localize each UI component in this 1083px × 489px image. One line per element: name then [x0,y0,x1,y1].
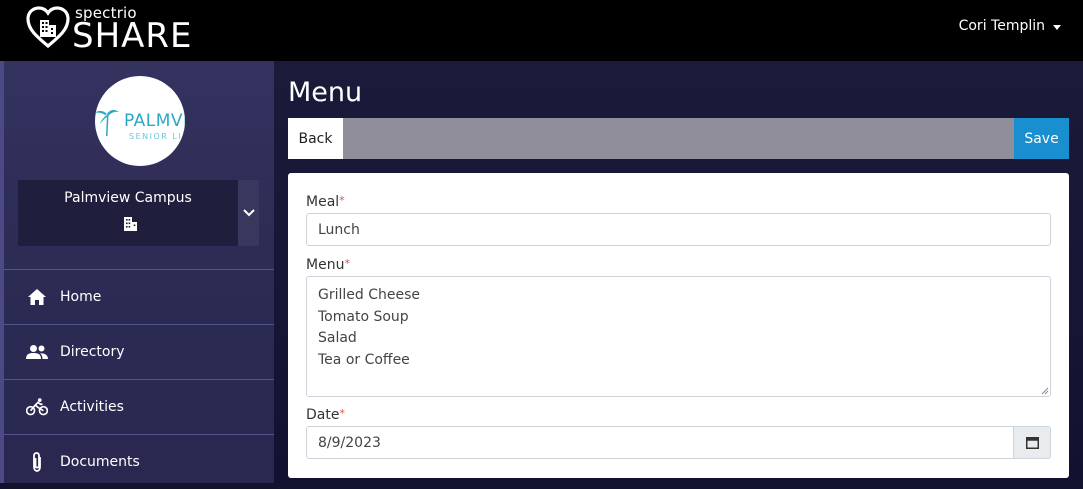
sidebar-nav: Home Directory Activities Documents [4,269,274,489]
bicycle-icon [26,396,48,418]
sidebar-item-label: Directory [60,344,125,360]
required-mark: * [339,194,345,207]
home-icon [26,286,48,308]
logo-subtext: SENIOR LI [129,132,183,141]
people-icon [26,341,48,363]
top-bar: spectrio SHARE Cori Templin [0,0,1083,61]
menu-textarea[interactable]: Grilled Cheese Tomato Soup Salad Tea or … [306,276,1051,397]
chevron-down-icon [242,209,255,217]
page-title: Menu [288,77,363,108]
main-content: Menu Back Save Meal* Menu* Grilled Chees… [274,61,1083,483]
brand-logo[interactable]: spectrio SHARE [26,4,216,56]
sidebar-item-label: Documents [60,454,140,470]
required-mark: * [339,407,345,420]
save-button[interactable]: Save [1014,118,1069,159]
date-label: Date* [306,407,345,423]
required-mark: * [344,257,350,270]
calendar-icon [1025,437,1039,449]
campus-logo: PALMVI SENIOR LI [95,76,185,166]
campus-dropdown-toggle[interactable] [238,180,259,246]
meal-label-text: Meal [306,194,340,210]
sidebar-item-activities[interactable]: Activities [4,379,274,434]
palm-tree-icon [95,109,119,136]
date-input[interactable] [306,426,1014,459]
resize-grip-icon[interactable] [1041,387,1049,395]
brand-big-text: SHARE [72,16,193,56]
date-picker-button[interactable] [1013,426,1051,459]
campus-selector[interactable]: Palmview Campus [18,180,259,246]
meal-label: Meal* [306,194,345,210]
menu-form-card: Meal* Menu* Grilled Cheese Tomato Soup S… [288,173,1069,478]
date-label-text: Date [306,407,340,423]
sidebar-item-home[interactable]: Home [4,269,274,324]
sidebar: PALMVI SENIOR LI Palmview Campus Home Di… [0,61,274,483]
heart-building-icon [26,6,70,49]
date-field [306,426,1051,459]
logo-text: PALMVI [124,111,185,131]
meal-input[interactable] [306,213,1051,246]
action-bar: Back Save [288,118,1069,159]
building-icon [124,217,137,231]
back-button[interactable]: Back [288,118,343,159]
menu-label-text: Menu [306,257,345,273]
sidebar-item-directory[interactable]: Directory [4,324,274,379]
user-menu[interactable]: Cori Templin [959,18,1061,34]
sidebar-item-documents[interactable]: Documents [4,434,274,489]
paperclip-icon [26,451,48,473]
campus-name: Palmview Campus [64,190,192,206]
caret-down-icon [1053,24,1061,30]
user-name: Cori Templin [958,18,1045,34]
menu-label: Menu* [306,257,350,273]
sidebar-item-label: Activities [60,399,124,415]
sidebar-item-label: Home [60,289,102,305]
